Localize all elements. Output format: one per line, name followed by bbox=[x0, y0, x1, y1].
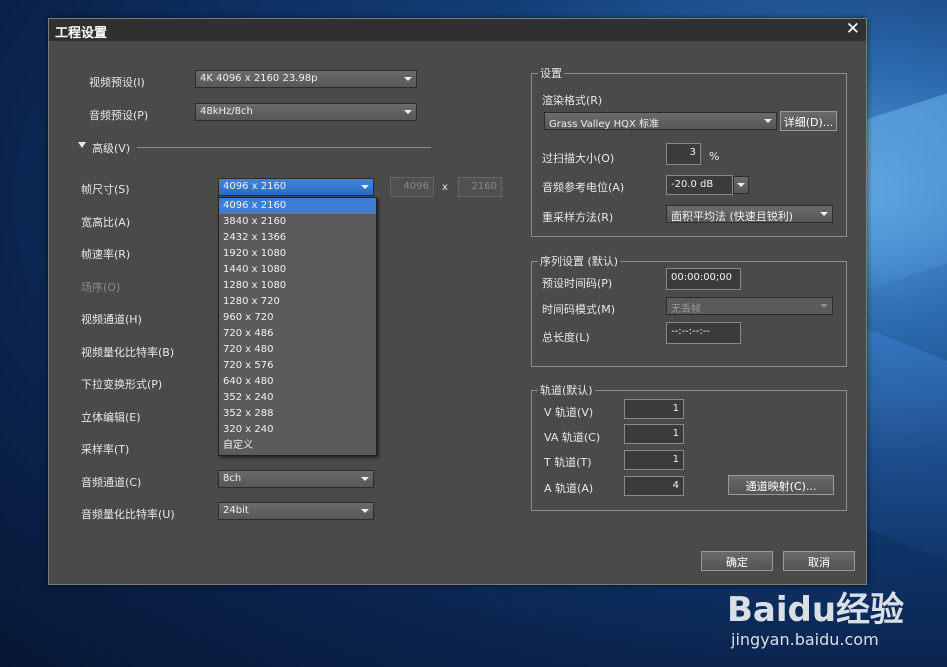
v-track-label: V 轨道(V) bbox=[544, 406, 594, 419]
watermark-logo: Baidu经验 bbox=[727, 590, 905, 630]
preset-timecode-label: 预设时间码(P) bbox=[542, 277, 613, 290]
advanced-divider bbox=[137, 147, 431, 148]
a-track-input[interactable]: 4 bbox=[624, 476, 684, 496]
audio-ref-label: 音频参考电位(A) bbox=[542, 181, 625, 194]
collapse-triangle-icon[interactable] bbox=[78, 142, 86, 148]
close-icon[interactable]: ✕ bbox=[846, 19, 860, 39]
frame-size-option[interactable]: 2432 x 1366 bbox=[219, 230, 376, 246]
overscan-label: 过扫描大小(O) bbox=[542, 152, 615, 165]
audio-channel-select[interactable]: 8ch bbox=[218, 470, 374, 488]
va-track-input[interactable]: 1 bbox=[624, 424, 684, 444]
frame-width-input[interactable]: 4096 bbox=[390, 177, 434, 197]
project-settings-dialog: 工程设置 ✕ 视频预设(I) 4K 4096 x 2160 23.98p 音频预… bbox=[48, 18, 867, 585]
frame-height-input[interactable]: 2160 bbox=[458, 177, 502, 197]
t-track-label: T 轨道(T) bbox=[544, 456, 592, 469]
frame-size-option[interactable]: 720 x 486 bbox=[219, 326, 376, 342]
frame-size-select[interactable]: 4096 x 2160 bbox=[218, 178, 374, 196]
chevron-down-icon bbox=[764, 119, 772, 123]
tracks-group-title: 轨道(默认) bbox=[538, 382, 595, 398]
render-format-value: Grass Valley HQX 标准 bbox=[549, 119, 660, 130]
render-format-label: 渲染格式(R) bbox=[542, 94, 603, 107]
overscan-unit: % bbox=[709, 150, 720, 163]
aspect-ratio-label: 宽高比(A) bbox=[81, 216, 131, 229]
audio-ref-input[interactable]: -20.0 dB bbox=[666, 175, 733, 195]
frame-size-option[interactable]: 1280 x 1080 bbox=[219, 278, 376, 294]
frame-size-label: 帧尺寸(S) bbox=[81, 183, 130, 196]
audio-preset-value: 48kHz/8ch bbox=[200, 106, 253, 117]
video-channel-label: 视频通道(H) bbox=[81, 313, 142, 326]
frame-rate-label: 帧速率(R) bbox=[81, 248, 131, 261]
render-detail-button[interactable]: 详细(D)... bbox=[780, 111, 837, 131]
audio-preset-label: 音频预设(P) bbox=[89, 109, 149, 122]
audio-channel-value: 8ch bbox=[223, 473, 242, 484]
video-preset-label: 视频预设(I) bbox=[89, 76, 145, 89]
video-bitdepth-label: 视频量化比特率(B) bbox=[81, 346, 175, 359]
pulldown-label: 下拉变换形式(P) bbox=[81, 378, 163, 391]
frame-size-option[interactable]: 1280 x 720 bbox=[219, 294, 376, 310]
chevron-down-icon bbox=[820, 212, 828, 216]
sequence-group-title: 序列设置 (默认) bbox=[538, 253, 621, 269]
timecode-mode-label: 时间码模式(M) bbox=[542, 303, 616, 316]
frame-size-value: 4096 x 2160 bbox=[223, 181, 287, 192]
cancel-button[interactable]: 取消 bbox=[783, 551, 855, 571]
audio-bitdepth-label: 音频量化比特率(U) bbox=[81, 508, 175, 521]
overscan-input[interactable]: 3 bbox=[666, 143, 701, 165]
chevron-down-icon bbox=[361, 185, 369, 189]
frame-size-option[interactable]: 320 x 240 bbox=[219, 422, 376, 438]
frame-size-option[interactable]: 1920 x 1080 bbox=[219, 246, 376, 262]
resample-select[interactable]: 面积平均法 (快速且锐利) bbox=[666, 205, 833, 223]
dimension-separator: x bbox=[442, 182, 448, 193]
audio-bitdepth-select[interactable]: 24bit bbox=[218, 502, 374, 520]
audio-preset-select[interactable]: 48kHz/8ch bbox=[195, 103, 417, 121]
timecode-mode-select[interactable]: 无丢帧 bbox=[666, 297, 833, 315]
advanced-section-toggle[interactable]: 高级(V) bbox=[92, 140, 130, 156]
v-track-input[interactable]: 1 bbox=[624, 399, 684, 419]
timecode-mode-value: 无丢帧 bbox=[671, 304, 701, 315]
stereo-edit-label: 立体编辑(E) bbox=[81, 411, 141, 424]
audio-channel-label: 音频通道(C) bbox=[81, 476, 142, 489]
chevron-down-icon bbox=[737, 183, 745, 187]
frame-size-dropdown-list: 4096 x 2160 3840 x 2160 2432 x 1366 1920 x … bbox=[218, 197, 377, 456]
audio-bitdepth-value: 24bit bbox=[223, 505, 249, 516]
settings-group-title: 设置 bbox=[538, 65, 564, 81]
frame-size-option[interactable]: 自定义 bbox=[219, 438, 376, 454]
audio-ref-dropdown-button[interactable] bbox=[733, 176, 749, 194]
frame-size-option[interactable]: 352 x 240 bbox=[219, 390, 376, 406]
baidu-watermark: Baidu经验 jingyan.baidu.com bbox=[727, 582, 927, 662]
frame-size-option[interactable]: 720 x 480 bbox=[219, 342, 376, 358]
sample-rate-label: 采样率(T) bbox=[81, 443, 130, 456]
chevron-down-icon bbox=[404, 77, 412, 81]
video-preset-select[interactable]: 4K 4096 x 2160 23.98p bbox=[195, 70, 417, 88]
frame-size-option[interactable]: 640 x 480 bbox=[219, 374, 376, 390]
chevron-down-icon bbox=[404, 110, 412, 114]
resample-label: 重采样方法(R) bbox=[542, 211, 614, 224]
chevron-down-icon bbox=[361, 509, 369, 513]
dialog-title: 工程设置 bbox=[55, 26, 108, 41]
a-track-label: A 轨道(A) bbox=[544, 482, 594, 495]
frame-size-option[interactable]: 960 x 720 bbox=[219, 310, 376, 326]
video-preset-value: 4K 4096 x 2160 23.98p bbox=[200, 73, 318, 84]
frame-size-option[interactable]: 1440 x 1080 bbox=[219, 262, 376, 278]
total-length-label: 总长度(L) bbox=[542, 331, 590, 344]
frame-size-option[interactable]: 3840 x 2160 bbox=[219, 214, 376, 230]
t-track-input[interactable]: 1 bbox=[624, 450, 684, 470]
resample-value: 面积平均法 (快速且锐利) bbox=[671, 210, 794, 223]
field-order-label: 场序(O) bbox=[81, 281, 121, 294]
va-track-label: VA 轨道(C) bbox=[544, 431, 601, 444]
chevron-down-icon bbox=[361, 477, 369, 481]
ok-button[interactable]: 确定 bbox=[701, 551, 773, 571]
channel-map-button[interactable]: 通道映射(C)... bbox=[728, 475, 834, 495]
preset-timecode-input[interactable]: 00:00:00;00 bbox=[666, 268, 741, 290]
frame-size-option[interactable]: 352 x 288 bbox=[219, 406, 376, 422]
frame-size-option[interactable]: 4096 x 2160 bbox=[219, 198, 376, 214]
watermark-url: jingyan.baidu.com bbox=[731, 630, 879, 649]
chevron-down-icon bbox=[820, 304, 828, 308]
render-format-select[interactable]: Grass Valley HQX 标准 bbox=[544, 112, 777, 130]
total-length-input[interactable]: --:--:--:-- bbox=[666, 322, 741, 344]
title-bar[interactable]: 工程设置 ✕ bbox=[49, 19, 866, 41]
frame-size-option[interactable]: 720 x 576 bbox=[219, 358, 376, 374]
